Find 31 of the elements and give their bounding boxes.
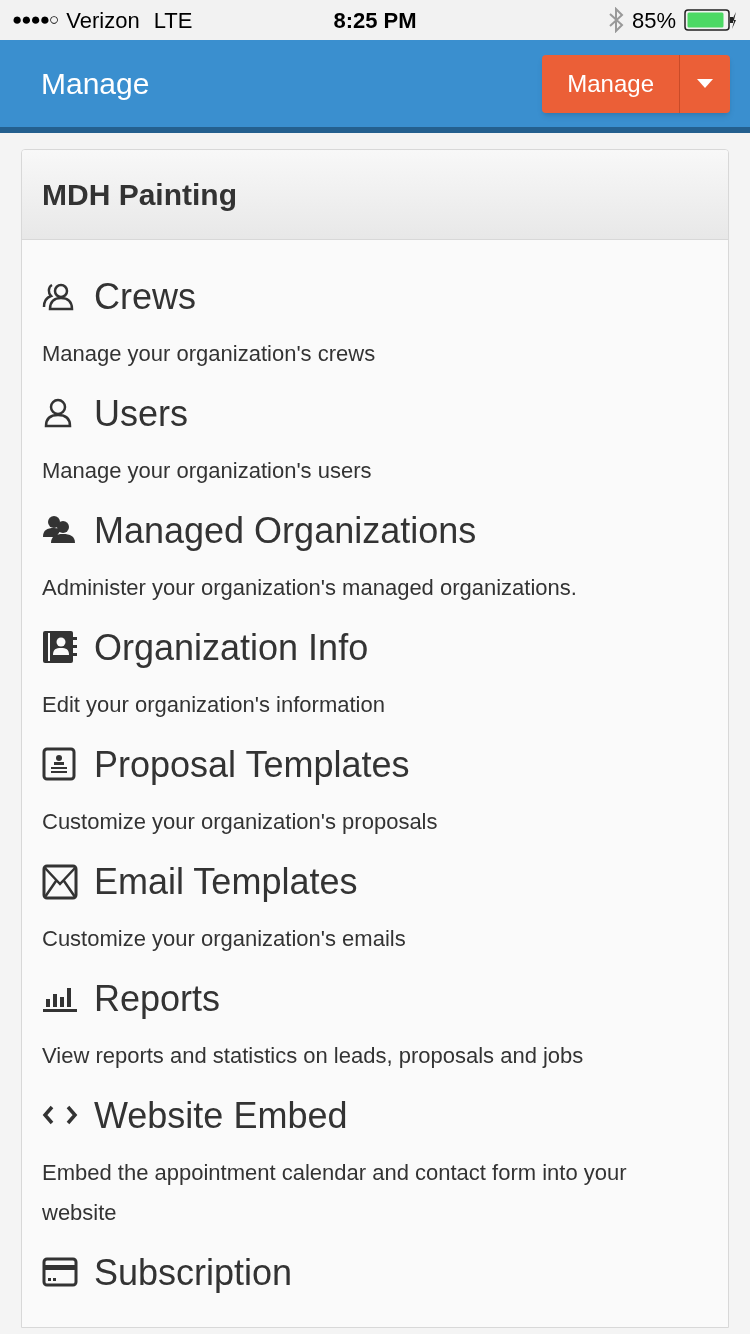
section-description: Customize your organization's proposals bbox=[42, 808, 439, 836]
section-description: Manage your organization's users bbox=[42, 457, 373, 485]
dropdown-button[interactable] bbox=[680, 54, 730, 113]
section-link[interactable]: Organization Info bbox=[94, 621, 369, 675]
document-icon bbox=[42, 747, 78, 783]
status-time: 8:25 PM bbox=[333, 6, 417, 35]
battery-icon bbox=[684, 9, 738, 31]
section-description: Customize your organization's emails bbox=[42, 925, 407, 953]
address-book-icon bbox=[42, 630, 78, 666]
section-description: Administer your organization's managed organizations. bbox=[42, 574, 578, 602]
page-title: Manage bbox=[41, 66, 150, 102]
envelope-icon bbox=[42, 864, 78, 900]
battery-percent: 85% bbox=[631, 6, 676, 35]
section-description: View reports and statistics on leads, proposals and jobs bbox=[42, 1042, 585, 1070]
section-description: Embed the appointment calendar and contact form into your website bbox=[42, 1159, 628, 1227]
bluetooth-icon bbox=[607, 7, 624, 33]
section-link[interactable]: Users bbox=[94, 387, 188, 441]
section-link[interactable]: Crews bbox=[94, 270, 196, 324]
card-title: MDH Painting bbox=[42, 177, 237, 213]
signal-strength: ●●●●○ bbox=[12, 9, 59, 32]
section-link[interactable]: Email Templates bbox=[94, 855, 358, 909]
section-link[interactable]: Managed Organizations bbox=[94, 504, 477, 558]
network-type: LTE bbox=[153, 6, 193, 35]
section-link[interactable]: Website Embed bbox=[94, 1089, 348, 1143]
section-link[interactable]: Reports bbox=[94, 972, 221, 1026]
section-link[interactable]: Subscription bbox=[94, 1246, 293, 1300]
section-link[interactable]: Proposal Templates bbox=[94, 738, 410, 792]
caret-icon bbox=[697, 79, 713, 88]
section-description: Edit your organization's information bbox=[42, 691, 386, 719]
carrier-name: Verizon bbox=[66, 6, 140, 35]
section-description: Manage your organization's crews bbox=[42, 340, 377, 368]
